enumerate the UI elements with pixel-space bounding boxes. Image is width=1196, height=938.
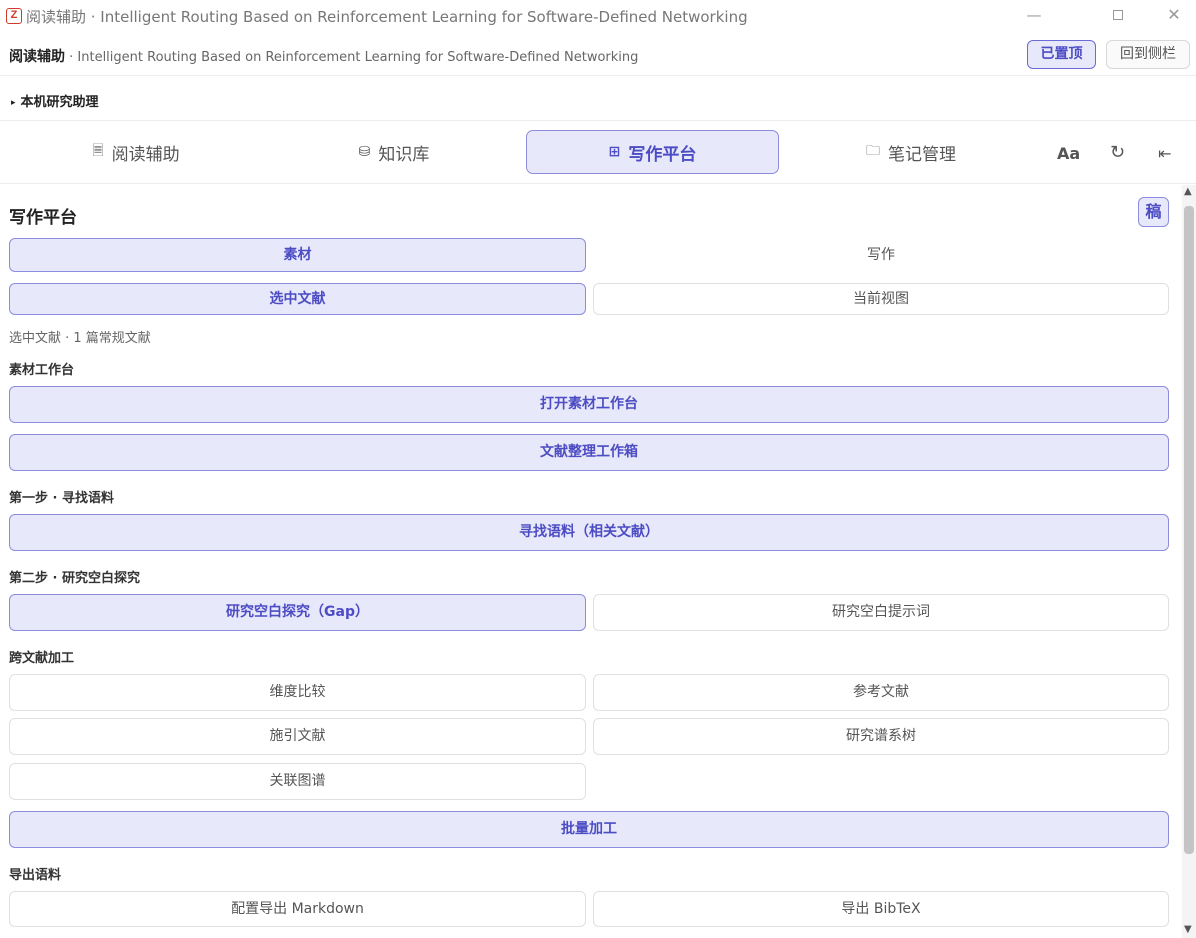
tab-reading-assist[interactable]: 🗏 阅读辅助 <box>10 130 262 174</box>
tab-notes-management[interactable]: 🗀 笔记管理 <box>785 130 1037 174</box>
page-title: 写作平台 <box>9 208 77 228</box>
window-title: 阅读辅助 · Intelligent Routing Based on Rein… <box>26 8 748 26</box>
window-titlebar: Z 阅读辅助 · Intelligent Routing Based on Re… <box>0 0 1196 32</box>
panel-header: 阅读辅助 · Intelligent Routing Based on Rein… <box>0 36 1196 76</box>
section-title-cross: 跨文献加工 <box>9 651 75 666</box>
section-title-export: 导出语料 <box>9 868 62 883</box>
gap-explore-button[interactable]: 研究空白探究（Gap） <box>9 594 586 631</box>
mode-tab-materials[interactable]: 素材 <box>9 238 586 272</box>
research-lineage-button[interactable]: 研究谱系树 <box>593 718 1169 755</box>
scrollbar-thumb[interactable] <box>1184 206 1194 854</box>
header-title: 阅读辅助 · Intelligent Routing Based on Rein… <box>9 46 638 66</box>
maximize-button[interactable] <box>1106 4 1130 28</box>
scope-tab-current-view[interactable]: 当前视图 <box>593 283 1169 315</box>
close-button[interactable]: ✕ <box>1162 4 1186 28</box>
tab-label: 写作平台 <box>628 144 697 165</box>
folder-icon: 🗀 <box>866 143 880 159</box>
relation-graph-button[interactable]: 关联图谱 <box>9 763 586 800</box>
back-to-sidebar-button[interactable]: 回到侧栏 <box>1106 40 1190 69</box>
grid-icon: ⊞ <box>608 144 621 160</box>
scope-tab-selected[interactable]: 选中文献 <box>9 283 586 315</box>
export-bibtex-button[interactable]: 导出 BibTeX <box>593 891 1169 927</box>
scroll-up-arrow-icon[interactable]: ▲ <box>1184 186 1192 197</box>
references-button[interactable]: 参考文献 <box>593 674 1169 711</box>
find-corpus-button[interactable]: 寻找语料（相关文献） <box>9 514 1169 551</box>
pinned-button[interactable]: 已置顶 <box>1027 40 1096 69</box>
tab-writing-platform[interactable]: ⊞ 写作平台 <box>526 130 779 174</box>
database-icon: ⛁ <box>358 144 371 160</box>
header-paper-title: · Intelligent Routing Based on Reinforce… <box>65 50 639 65</box>
document-icon: 🗏 <box>92 143 104 159</box>
minimize-button[interactable]: — <box>1022 4 1046 28</box>
section-title-step2: 第二步 · 研究空白探究 <box>9 571 140 586</box>
selection-info: 选中文献 · 1 篇常规文献 <box>9 331 151 346</box>
scroll-down-arrow-icon[interactable]: ▼ <box>1184 924 1192 935</box>
mode-tab-writing[interactable]: 写作 <box>593 238 1169 272</box>
dimension-compare-button[interactable]: 维度比较 <box>9 674 586 711</box>
open-workbench-button[interactable]: 打开素材工作台 <box>9 386 1169 423</box>
batch-process-button[interactable]: 批量加工 <box>9 811 1169 848</box>
maximize-icon <box>1113 10 1123 20</box>
writing-platform-panel: 写作平台 稿 素材 写作 选中文献 当前视图 选中文献 · 1 篇常规文献 素材… <box>0 185 1182 938</box>
tab-label: 笔记管理 <box>888 144 956 165</box>
tab-knowledge-base[interactable]: ⛁ 知识库 <box>268 130 520 174</box>
main-tabs: 🗏 阅读辅助 ⛁ 知识库 ⊞ 写作平台 🗀 笔记管理 Aa ↻ ⇤ <box>0 122 1196 184</box>
expand-caret-icon: ▸ <box>11 98 16 108</box>
gap-prompt-button[interactable]: 研究空白提示词 <box>593 594 1169 631</box>
header-app-name: 阅读辅助 <box>9 49 65 65</box>
local-assistant-toggle[interactable]: ▸ 本机研究助理 <box>11 91 99 110</box>
section-title-workbench: 素材工作台 <box>9 363 75 378</box>
literature-organizer-button[interactable]: 文献整理工作箱 <box>9 434 1169 471</box>
section-title-step1: 第一步 · 寻找语料 <box>9 491 114 506</box>
export-markdown-button[interactable]: 配置导出 Markdown <box>9 891 586 927</box>
font-size-button[interactable]: Aa <box>1057 144 1080 163</box>
citing-papers-button[interactable]: 施引文献 <box>9 718 586 755</box>
collapse-panel-icon[interactable]: ⇤ <box>1158 144 1171 163</box>
zotero-logo-icon: Z <box>6 8 22 24</box>
refresh-icon[interactable]: ↻ <box>1110 142 1125 163</box>
local-assistant-row[interactable]: ▸ 本机研究助理 <box>0 78 1196 121</box>
tab-label: 知识库 <box>378 144 430 165</box>
tab-label: 阅读辅助 <box>111 144 180 165</box>
draft-button[interactable]: 稿 <box>1138 197 1169 227</box>
local-assistant-label: 本机研究助理 <box>20 95 99 110</box>
